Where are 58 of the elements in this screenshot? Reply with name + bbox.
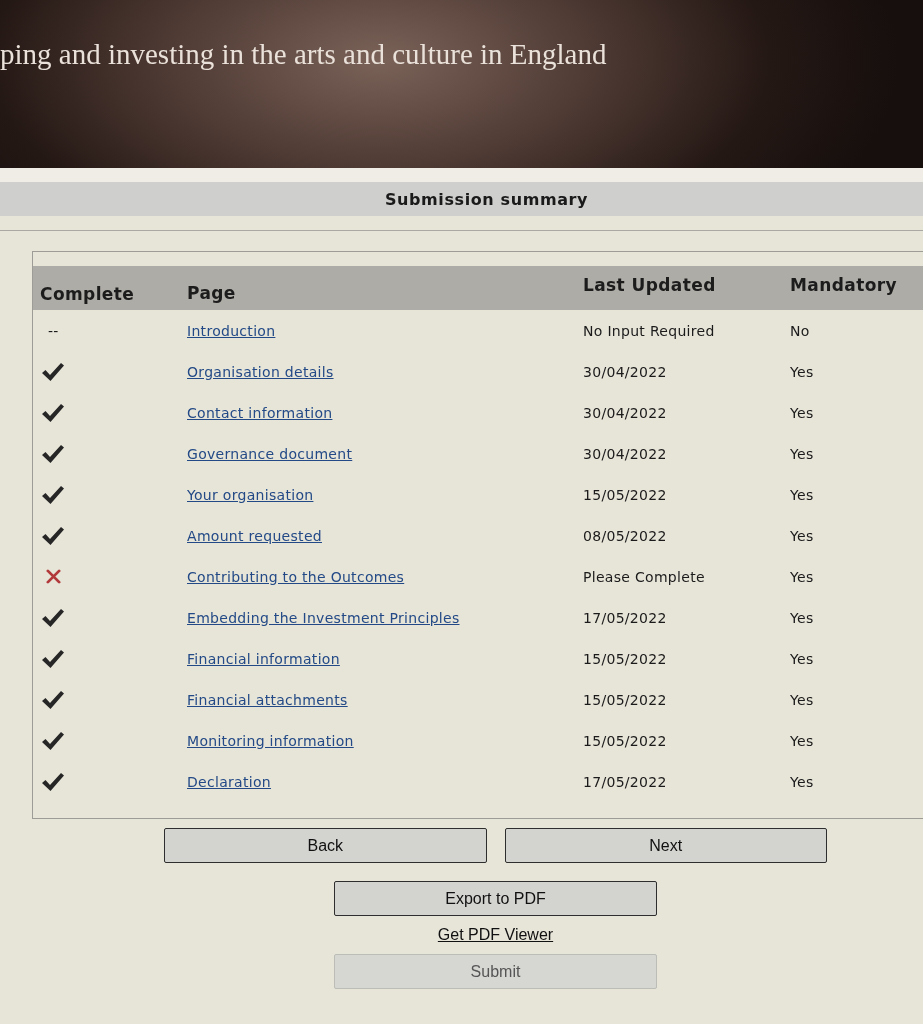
table-cell: 15/05/2022 xyxy=(583,650,667,667)
tick-icon xyxy=(41,607,65,628)
table-cell: Yes xyxy=(790,732,814,749)
table-cell: Yes xyxy=(790,486,814,503)
page-link[interactable]: Contributing to the Outcomes xyxy=(187,568,405,585)
table-cell: Yes xyxy=(790,650,814,667)
tick-icon xyxy=(41,525,65,546)
page-link[interactable]: Declaration xyxy=(187,773,271,790)
table-cell: 15/05/2022 xyxy=(583,732,667,749)
page-link[interactable]: Your organisation xyxy=(187,486,314,503)
page-link[interactable]: Embedding the Investment Principles xyxy=(187,609,460,626)
column-header: Last Updated xyxy=(583,275,717,297)
section-title: Submission summary xyxy=(384,189,589,209)
table-cell: 30/04/2022 xyxy=(583,445,667,462)
status-text: -- xyxy=(48,322,59,339)
export-pdf-button[interactable]: Export to PDF xyxy=(334,881,657,916)
tick-icon xyxy=(41,771,65,792)
table-cell: Yes xyxy=(790,691,814,708)
table-cell: Yes xyxy=(790,445,814,462)
pdf-viewer-link[interactable]: Get PDF Viewer xyxy=(437,926,554,944)
table-cell: Yes xyxy=(790,404,814,421)
table-cell: Yes xyxy=(790,568,814,585)
table-cell: 30/04/2022 xyxy=(583,363,667,380)
back-button[interactable]: Back xyxy=(164,828,487,863)
table-cell: 15/05/2022 xyxy=(583,486,667,503)
tick-icon xyxy=(41,484,65,505)
page-link[interactable]: Introduction xyxy=(187,322,276,339)
column-header: Mandatory xyxy=(790,275,898,297)
page-link[interactable]: Contact information xyxy=(187,404,333,421)
table-cell: 30/04/2022 xyxy=(583,404,667,421)
tick-icon xyxy=(41,443,65,464)
page-link[interactable]: Governance document xyxy=(187,445,353,462)
tick-icon xyxy=(41,689,65,710)
next-button[interactable]: Next xyxy=(504,828,827,863)
table-cell: No xyxy=(790,322,810,339)
banner-tagline: ping and investing in the arts and culture in England xyxy=(0,38,607,71)
page-link[interactable]: Organisation details xyxy=(187,363,334,380)
tick-icon xyxy=(41,361,65,382)
page-link[interactable]: Amount requested xyxy=(187,527,322,544)
table-cell: Please Complete xyxy=(583,568,705,585)
tick-icon xyxy=(41,648,65,669)
table-cell: 17/05/2022 xyxy=(583,609,667,626)
page-link[interactable]: Financial attachments xyxy=(187,691,348,708)
tick-icon xyxy=(41,730,65,751)
cross-icon xyxy=(46,569,61,584)
table-cell: 08/05/2022 xyxy=(583,527,667,544)
column-header: Page xyxy=(187,282,237,303)
table-cell: Yes xyxy=(790,609,814,626)
column-header: Complete xyxy=(40,283,136,304)
page-link[interactable]: Monitoring information xyxy=(187,732,354,749)
table-cell: No Input Required xyxy=(583,322,715,339)
table-cell: 17/05/2022 xyxy=(583,773,667,790)
table-cell: Yes xyxy=(790,527,814,544)
table-cell: Yes xyxy=(790,363,814,380)
page-link[interactable]: Financial information xyxy=(187,650,340,667)
table-cell: 15/05/2022 xyxy=(583,691,667,708)
tick-icon xyxy=(41,402,65,423)
table-cell: Yes xyxy=(790,773,814,790)
